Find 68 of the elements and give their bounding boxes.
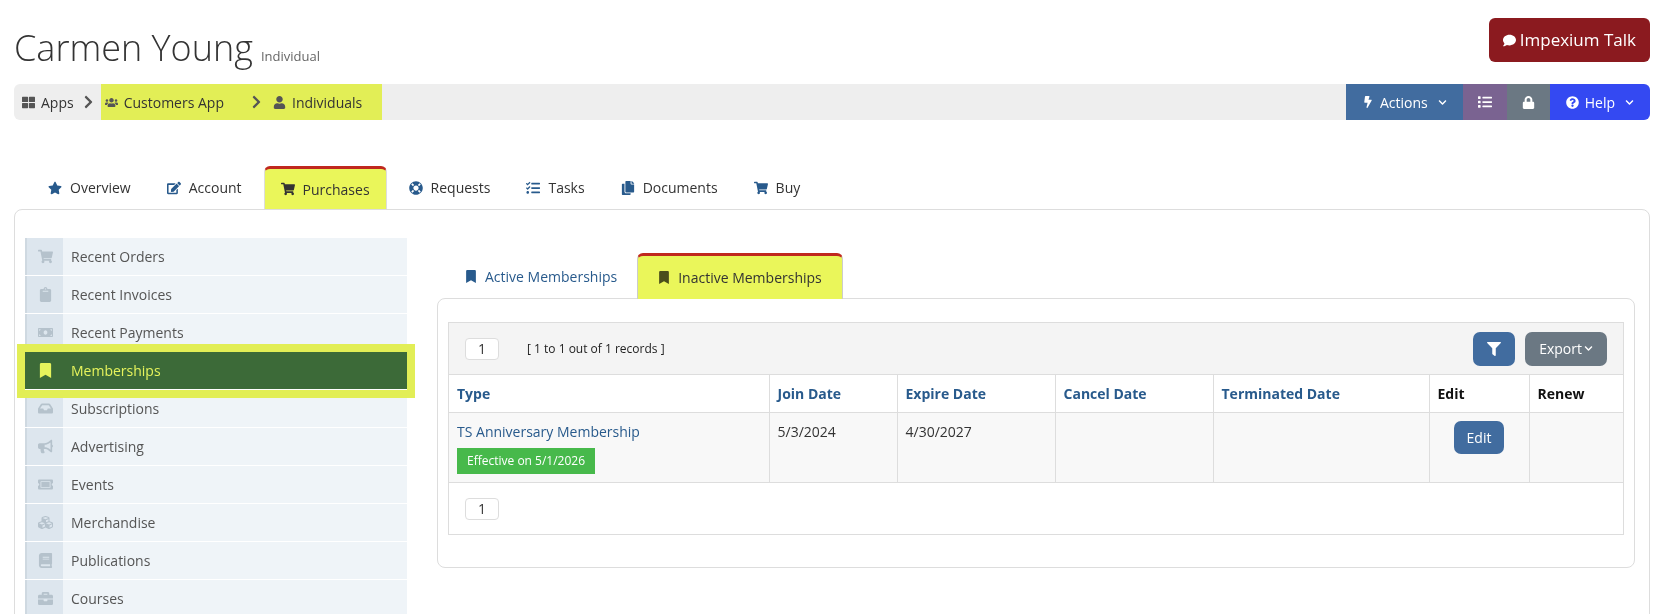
membership-tab[interactable]: Active Memberships [445, 253, 638, 299]
sidebar-item[interactable]: Merchandise [25, 504, 407, 542]
actions-button[interactable]: Actions [1345, 84, 1463, 120]
cart-icon [280, 182, 295, 196]
nav-tab[interactable]: Documents [604, 166, 734, 209]
help-button[interactable]: Help [1549, 84, 1650, 120]
membership-link[interactable]: TS Anniversary Membership [457, 420, 761, 442]
breadcrumb-link[interactable]: Individuals [269, 84, 383, 120]
talk-button[interactable]: Impexium Talk [1488, 18, 1650, 62]
chat-icon [1502, 33, 1516, 47]
question-icon [1565, 95, 1579, 109]
lock-button[interactable] [1506, 84, 1550, 120]
nav-tab[interactable]: Requests [392, 166, 507, 209]
lifebuoy-icon [408, 180, 423, 195]
users-icon [104, 95, 118, 109]
money-icon [37, 325, 53, 340]
nav-tab[interactable]: Tasks [510, 166, 601, 209]
breadcrumb-link[interactable]: Apps [22, 84, 76, 120]
cubes-icon [37, 515, 53, 530]
sidebar-item[interactable]: Recent Orders [25, 238, 407, 276]
bookmark-icon [658, 271, 671, 284]
edit-button[interactable]: Edit [1453, 420, 1505, 454]
nav-tab[interactable]: Overview [32, 166, 147, 209]
nav-tab[interactable]: Purchases [263, 166, 387, 209]
filter-icon [1487, 341, 1502, 356]
export-button[interactable]: Export [1525, 331, 1607, 366]
page-number[interactable]: 1 [465, 497, 499, 520]
records-count: [ 1 to 1 out of 1 records ] [527, 339, 665, 358]
inbox-icon [37, 401, 53, 416]
briefcase-icon [37, 591, 53, 606]
cart-icon [753, 180, 768, 195]
page-number[interactable]: 1 [465, 337, 499, 360]
column-header[interactable]: Type [449, 375, 769, 412]
grid-icon [22, 95, 35, 109]
list-icon [1477, 95, 1492, 109]
page-title: Carmen Young [14, 28, 253, 68]
user-icon [273, 95, 286, 109]
cart-icon [37, 249, 53, 264]
sidebar-item[interactable]: Publications [25, 542, 407, 580]
membership-tab[interactable]: Inactive Memberships [637, 253, 843, 299]
list-button[interactable] [1462, 84, 1507, 120]
effective-date-badge: Effective on 5/1/2026 [457, 447, 596, 474]
bookmark-icon [465, 269, 477, 283]
clipboard-icon [37, 287, 53, 302]
bolt-icon [1361, 96, 1374, 108]
sidebar-item[interactable]: Courses [25, 580, 407, 614]
nav-tab[interactable]: Buy [737, 166, 817, 209]
lock-icon [1521, 95, 1535, 109]
page-subtitle: Individual [260, 46, 320, 66]
table-cell: 5/3/2024 [769, 412, 897, 482]
table-cell: 4/30/2027 [897, 412, 1055, 482]
breadcrumb-link[interactable]: Customers App [100, 84, 244, 120]
star-icon [48, 180, 62, 195]
sidebar-item[interactable]: Recent Invoices [25, 276, 407, 314]
caret-icon [1625, 97, 1634, 107]
sidebar-item[interactable]: Events [25, 466, 407, 504]
ticket-icon [37, 477, 53, 492]
book-icon [37, 553, 53, 568]
nav-tab[interactable]: Account [150, 166, 258, 209]
megaphone-icon [37, 439, 53, 454]
list-check-icon [526, 180, 541, 195]
caret-icon [1437, 97, 1447, 107]
sidebar-item[interactable]: Advertising [25, 428, 407, 466]
edit-icon [166, 180, 181, 195]
filter-button[interactable] [1473, 331, 1516, 366]
caret-icon [1584, 344, 1593, 353]
bookmark-icon [37, 363, 53, 378]
documents-icon [620, 180, 635, 195]
